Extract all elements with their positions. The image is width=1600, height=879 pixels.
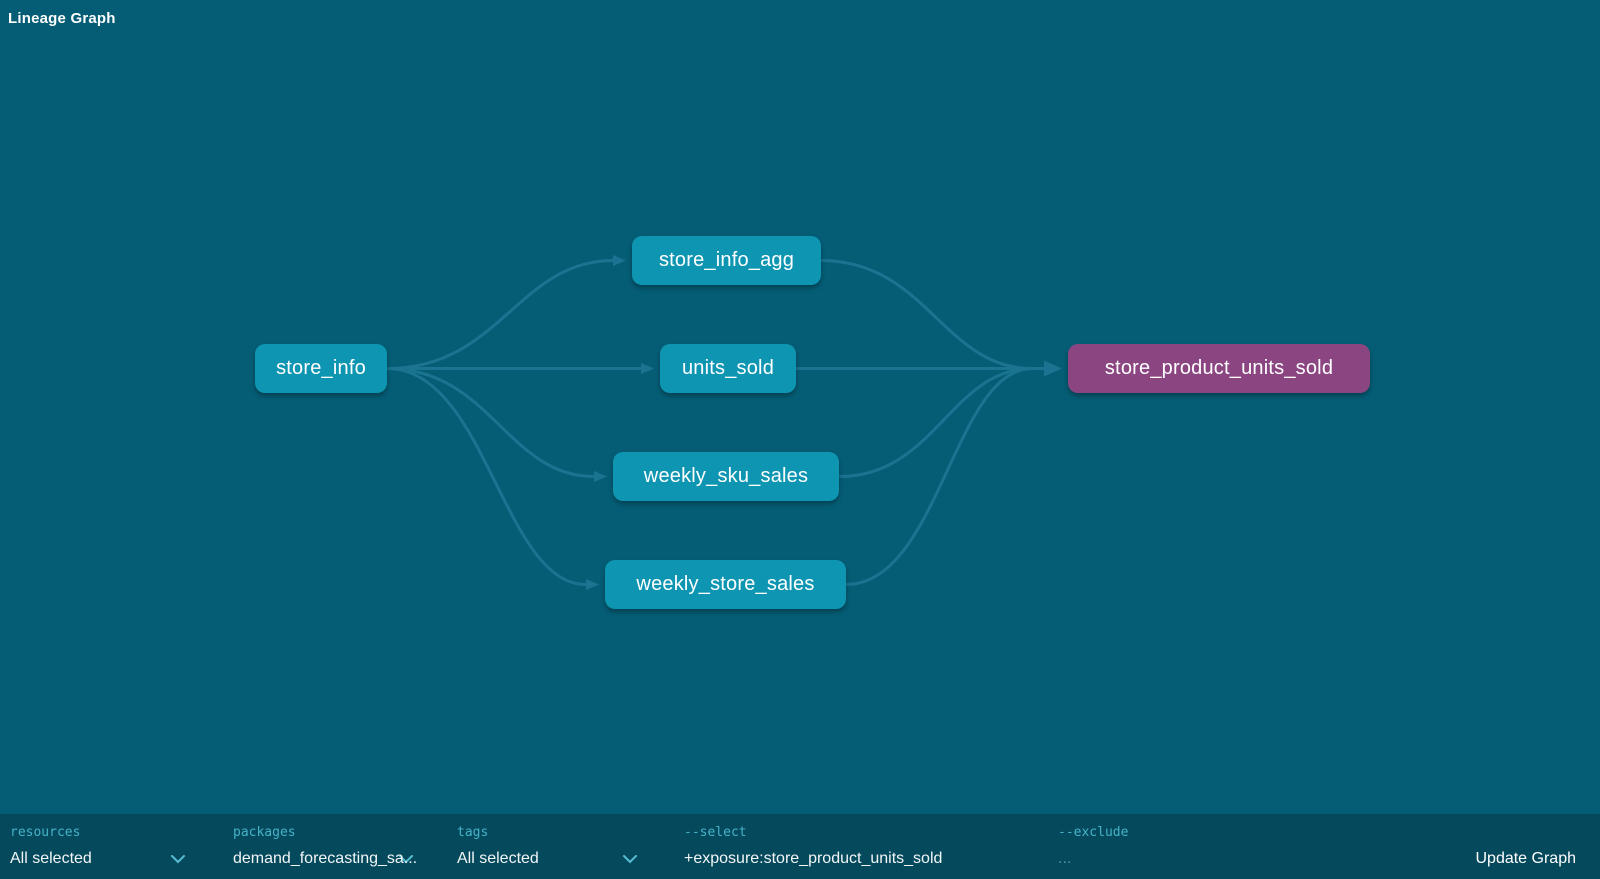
resources-label: resources <box>10 826 185 840</box>
filter-field-resources: resources All selected <box>10 826 185 868</box>
node-layer: store_info store_info_agg units_soldweekly… <box>0 0 1600 814</box>
select-input[interactable]: +exposure:store_product_units_sold <box>684 850 1044 868</box>
node-store_info[interactable]: store_info <box>255 344 387 393</box>
filter-field-packages: packages demand_forecasting_sa... <box>233 826 413 868</box>
exclude-label: --exclude <box>1058 826 1258 840</box>
node-store_info_agg[interactable]: store_info_agg <box>632 236 821 285</box>
tags-label: tags <box>457 826 637 840</box>
packages-label: packages <box>233 826 413 840</box>
packages-dropdown[interactable]: demand_forecasting_sa... <box>233 850 413 868</box>
update-graph-button[interactable]: Update Graph <box>1475 850 1576 868</box>
chevron-down-icon[interactable] <box>623 855 637 864</box>
node-weekly_sku_sales[interactable]: weekly_sku_sales <box>613 452 839 501</box>
filter-bar: resources All selected packages demand_f… <box>0 814 1600 879</box>
tags-dropdown[interactable]: All selected <box>457 850 637 868</box>
exclude-input[interactable]: ... <box>1058 850 1258 868</box>
exclude-value: ... <box>1058 850 1071 868</box>
lineage-app: Lineage Graph store_infostore_info_aggun… <box>0 0 1600 879</box>
filter-field-exclude: --exclude ... <box>1058 826 1258 868</box>
packages-value: demand_forecasting_sa... <box>233 850 417 868</box>
resources-value: All selected <box>10 850 92 868</box>
node-units_sold[interactable]: units_sold <box>660 344 796 393</box>
filter-field-select: --select +exposure:store_product_units_s… <box>684 826 1044 868</box>
tags-value: All selected <box>457 850 539 868</box>
lineage-canvas[interactable]: Lineage Graph store_infostore_info_aggun… <box>0 0 1600 814</box>
select-value: +exposure:store_product_units_sold <box>684 850 942 868</box>
node-store_product_units_sold[interactable]: store_product_units_sold <box>1068 344 1370 393</box>
filter-field-tags: tags All selected <box>457 826 637 868</box>
select-label: --select <box>684 826 1044 840</box>
chevron-down-icon[interactable] <box>171 855 185 864</box>
resources-dropdown[interactable]: All selected <box>10 850 185 868</box>
node-weekly_store_sales[interactable]: weekly_store_sales <box>605 560 846 609</box>
